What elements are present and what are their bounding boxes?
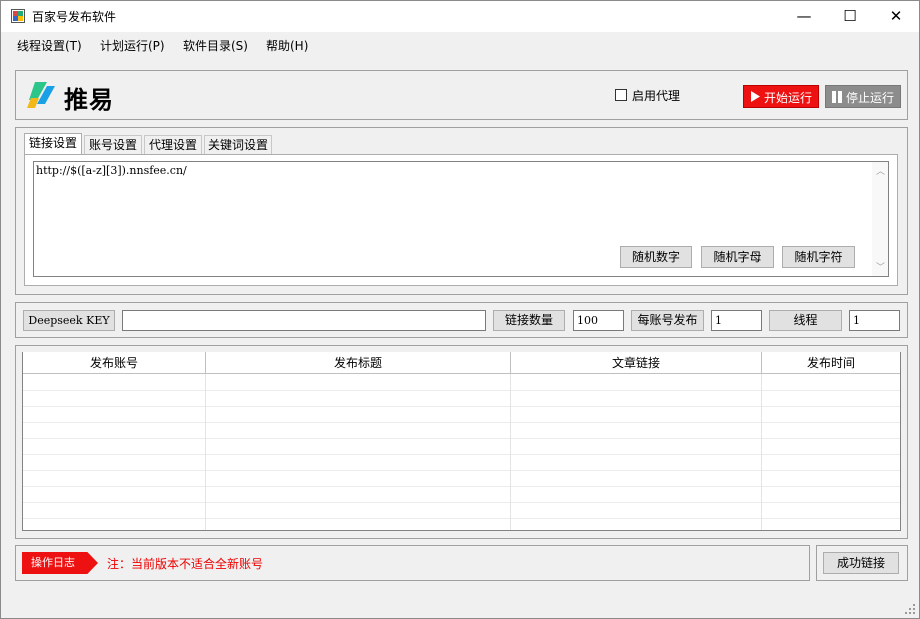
per-account-label: 每账号发布 bbox=[631, 310, 704, 331]
table-row-line bbox=[23, 422, 900, 423]
tab-link-settings[interactable]: 链接设置 bbox=[24, 133, 82, 155]
table-row-line bbox=[23, 486, 900, 487]
menu-software-directory[interactable]: 软件目录(S) bbox=[183, 37, 248, 54]
log-notice: 注：当前版本不适合全新账号 bbox=[107, 557, 264, 571]
menu-thread-settings[interactable]: 线程设置(T) bbox=[17, 37, 82, 54]
link-count-label: 链接数量 bbox=[493, 310, 565, 331]
column-header-account[interactable]: 发布账号 bbox=[23, 352, 206, 374]
title-bar: 百家号发布软件 — ☐ ✕ bbox=[1, 1, 919, 32]
thread-label: 线程 bbox=[769, 310, 842, 331]
deepseek-key-input[interactable] bbox=[122, 310, 486, 331]
tab-keyword-settings[interactable]: 关键词设置 bbox=[204, 135, 272, 154]
main-window: 百家号发布软件 — ☐ ✕ 线程设置(T) 计划运行(P) 软件目录(S) 帮助… bbox=[0, 0, 920, 619]
menu-schedule-run[interactable]: 计划运行(P) bbox=[100, 37, 165, 54]
window-title: 百家号发布软件 bbox=[32, 10, 117, 24]
close-button[interactable]: ✕ bbox=[873, 1, 919, 32]
random-symbol-button[interactable]: 随机字符 bbox=[782, 246, 855, 268]
logo-icon bbox=[27, 82, 55, 108]
deepseek-key-label: Deepseek KEY bbox=[23, 310, 115, 331]
column-header-link[interactable]: 文章链接 bbox=[511, 352, 762, 374]
table-row-line bbox=[23, 502, 900, 503]
success-link-button[interactable]: 成功链接 bbox=[823, 552, 899, 574]
thread-input[interactable] bbox=[849, 310, 900, 331]
url-text: http://$([a-z][3]).nnsfee.cn/ bbox=[36, 164, 187, 177]
minimize-button[interactable]: — bbox=[781, 1, 827, 32]
table-column-line bbox=[205, 374, 206, 530]
tab-account-settings[interactable]: 账号设置 bbox=[84, 135, 142, 154]
logo-text: 推易 bbox=[64, 86, 114, 114]
tab-proxy-settings[interactable]: 代理设置 bbox=[144, 135, 202, 154]
column-header-time[interactable]: 发布时间 bbox=[762, 352, 900, 374]
table-column-line bbox=[510, 374, 511, 530]
random-number-button[interactable]: 随机数字 bbox=[620, 246, 692, 268]
proxy-label: 启用代理 bbox=[632, 89, 681, 103]
table-row-line bbox=[23, 454, 900, 455]
proxy-checkbox[interactable] bbox=[615, 89, 627, 101]
table-row-line bbox=[23, 438, 900, 439]
play-icon bbox=[751, 91, 760, 102]
table-row-line bbox=[23, 390, 900, 391]
app-icon bbox=[11, 9, 25, 23]
table-column-line bbox=[761, 374, 762, 530]
per-account-input[interactable] bbox=[711, 310, 762, 331]
start-button[interactable]: 开始运行 bbox=[743, 85, 819, 108]
menu-help[interactable]: 帮助(H) bbox=[266, 37, 308, 54]
start-button-label: 开始运行 bbox=[764, 91, 813, 105]
table-row-line bbox=[23, 406, 900, 407]
scroll-down-icon[interactable]: ﹀ bbox=[876, 260, 885, 273]
column-header-title[interactable]: 发布标题 bbox=[206, 352, 511, 374]
stop-button-label: 停止运行 bbox=[846, 91, 895, 105]
log-tag: 操作日志 bbox=[22, 552, 98, 574]
maximize-button[interactable]: ☐ bbox=[827, 1, 873, 32]
status-bar bbox=[1, 597, 919, 618]
textarea-scrollbar[interactable]: ︿ ﹀ bbox=[872, 162, 888, 276]
scroll-up-icon[interactable]: ︿ bbox=[876, 164, 885, 177]
stop-button[interactable]: 停止运行 bbox=[825, 85, 901, 108]
link-count-input[interactable] bbox=[573, 310, 624, 331]
results-table[interactable] bbox=[22, 352, 901, 531]
pause-icon bbox=[832, 91, 842, 103]
table-row-line bbox=[23, 518, 900, 519]
table-row-line bbox=[23, 470, 900, 471]
random-letter-button[interactable]: 随机字母 bbox=[701, 246, 774, 268]
resize-grip-icon[interactable] bbox=[905, 604, 916, 615]
